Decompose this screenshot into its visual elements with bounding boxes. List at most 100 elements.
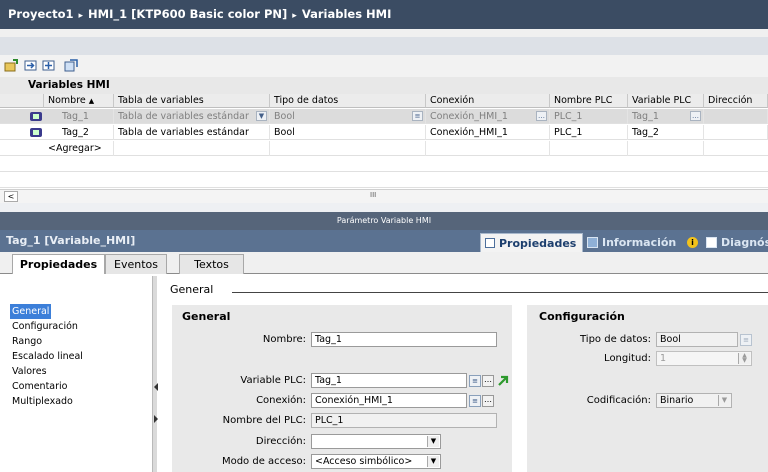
plc-variable-field[interactable]: Tag_1 (311, 373, 467, 388)
splitter[interactable] (0, 203, 768, 212)
connection-field[interactable]: Conexión_HMI_1 (311, 393, 467, 408)
direction-dropdown[interactable]: ▼ (311, 434, 441, 449)
cell-type[interactable]: Bool (270, 109, 426, 124)
dropdown-arrow-icon[interactable]: ▼ (427, 456, 439, 467)
breadcrumb: Proyecto1 ▸ HMI_1 [KTP600 Basic color PN] ▸… (0, 0, 768, 29)
cell-address[interactable] (704, 125, 768, 140)
tab-diagnostico[interactable]: Diagnóst (703, 233, 768, 252)
cell-address[interactable] (704, 109, 768, 124)
browse-icon[interactable]: … (690, 111, 701, 121)
general-group-title: General (182, 310, 231, 323)
nav-item-comentario[interactable]: Comentario (10, 379, 69, 394)
general-group: General Nombre: Tag_1 Variable PLC: Tag_… (172, 305, 512, 472)
nav-item-configuracion[interactable]: Configuración (10, 319, 80, 334)
breadcrumb-separator-icon: ▸ (292, 11, 297, 21)
scroll-left-button[interactable]: < (4, 191, 18, 202)
cell-type[interactable]: Bool (270, 125, 426, 140)
direction-label: Dirección: (255, 436, 306, 447)
connection-label: Conexión: (256, 395, 306, 406)
empty-row (0, 173, 768, 188)
tab-informacion[interactable]: Información i (584, 233, 702, 252)
column-header-type[interactable]: Tipo de datos (270, 94, 426, 108)
coding-dropdown: Binario ▼ (656, 393, 732, 408)
subtabs-row: Propiedades Eventos Textos (0, 252, 768, 275)
subtab-eventos[interactable]: Eventos (105, 254, 167, 274)
table-row[interactable]: Tag_1 Tabla de variables estándar ▼ Bool… (0, 109, 768, 124)
column-header-connection[interactable]: Conexión (426, 94, 550, 108)
plc-name-field: PLC_1 (311, 413, 497, 428)
toolbar (0, 55, 768, 77)
access-mode-dropdown[interactable]: <Acceso simbólico> ▼ (311, 454, 441, 469)
cell-name[interactable]: Tag_2 (44, 125, 114, 140)
expand-right-icon[interactable] (154, 415, 158, 423)
column-header-name[interactable]: Nombre ▲ (44, 94, 114, 108)
tab-propiedades[interactable]: Propiedades (480, 233, 583, 252)
add-new-cell[interactable]: <Agregar> (44, 141, 114, 156)
plc-name-label: Nombre del PLC: (222, 415, 306, 426)
collapse-left-icon[interactable] (154, 383, 158, 391)
dropdown-arrow-icon: ▼ (718, 395, 730, 406)
info-tab-icon (587, 237, 598, 248)
go-to-arrow-icon[interactable] (497, 374, 509, 387)
name-field[interactable]: Tag_1 (311, 332, 497, 347)
empty-row (0, 157, 768, 172)
cell-table[interactable]: Tabla de variables estándar (114, 125, 270, 140)
subtab-textos[interactable]: Textos (179, 254, 244, 274)
column-header-address[interactable]: Dirección (704, 94, 768, 108)
nav-item-general[interactable]: General (10, 304, 52, 319)
dropdown-arrow-icon[interactable]: ▼ (427, 436, 439, 447)
header-band-strip (0, 37, 768, 55)
access-mode-label: Modo de acceso: (221, 456, 306, 467)
add-row[interactable]: <Agregar> (0, 141, 768, 156)
row-header-corner (0, 94, 44, 108)
properties-icon (485, 238, 495, 248)
cell-plc-name[interactable]: PLC_1 (550, 109, 628, 124)
browse-icon[interactable]: … (536, 111, 547, 121)
horizontal-scrollbar[interactable]: < III (0, 189, 768, 203)
insert-row-icon[interactable] (24, 59, 38, 72)
nav-item-valores[interactable]: Valores (10, 364, 49, 379)
parameter-bar: Parámetro Variable HMI (0, 212, 768, 230)
browse-button[interactable]: … (482, 395, 494, 407)
configuration-group-title: Configuración (539, 310, 625, 323)
nav-item-rango[interactable]: Rango (10, 334, 44, 349)
data-type-label: Tipo de datos: (580, 334, 651, 345)
sort-ascending-icon: ▲ (88, 97, 95, 105)
cell-table[interactable]: Tabla de variables estándar (114, 109, 270, 124)
column-header-plc-name[interactable]: Nombre PLC (550, 94, 628, 108)
export-icon[interactable] (64, 59, 78, 72)
nav-item-escalado[interactable]: Escalado lineal (10, 349, 85, 364)
cell-name[interactable]: Tag_1 (44, 109, 114, 124)
name-label: Nombre: (262, 334, 306, 345)
list-icon[interactable]: ≡ (469, 375, 481, 387)
table-row[interactable]: Tag_2 Tabla de variables estándar Bool C… (0, 125, 768, 140)
data-type-field: Bool (656, 332, 738, 347)
configuration-group: Configuración Tipo de datos: Bool ≡ Long… (527, 305, 768, 472)
hmi-tag-icon (30, 112, 42, 121)
list-icon[interactable]: ≡ (469, 395, 481, 407)
length-field: 1 ▲ ▼ (656, 351, 752, 366)
cell-connection[interactable]: Conexión_HMI_1 (426, 109, 550, 124)
cell-connection[interactable]: Conexión_HMI_1 (426, 125, 550, 140)
cell-plc-variable[interactable]: Tag_2 (628, 125, 704, 140)
column-header-table[interactable]: Tabla de variables (114, 94, 270, 108)
append-row-icon[interactable] (42, 59, 56, 72)
type-list-icon[interactable]: ≡ (740, 334, 752, 346)
subtab-propiedades[interactable]: Propiedades (12, 254, 105, 275)
browse-button[interactable]: … (482, 375, 494, 387)
column-header-plc-variable[interactable]: Variable PLC (628, 94, 704, 108)
add-variable-icon[interactable] (4, 59, 18, 72)
breadcrumb-project[interactable]: Proyecto1 (8, 7, 74, 21)
nav-splitter[interactable] (152, 276, 157, 472)
nav-item-multiplexado[interactable]: Multiplexado (10, 394, 75, 409)
breadcrumb-device[interactable]: HMI_1 [KTP600 Basic color PN] (88, 7, 287, 21)
dropdown-arrow-icon[interactable]: ▼ (256, 111, 267, 121)
scroll-thumb-grip[interactable]: III (370, 191, 376, 199)
hmi-tag-icon (30, 128, 42, 137)
type-list-icon[interactable]: ≡ (412, 111, 423, 121)
cell-plc-name[interactable]: PLC_1 (550, 125, 628, 140)
spinner-icon: ▲ ▼ (738, 353, 750, 364)
coding-label: Codificación: (586, 395, 651, 406)
properties-nav: General Configuración Rango Escalado lin… (8, 296, 153, 472)
inspector-title: Tag_1 [Variable_HMI] (6, 234, 136, 247)
